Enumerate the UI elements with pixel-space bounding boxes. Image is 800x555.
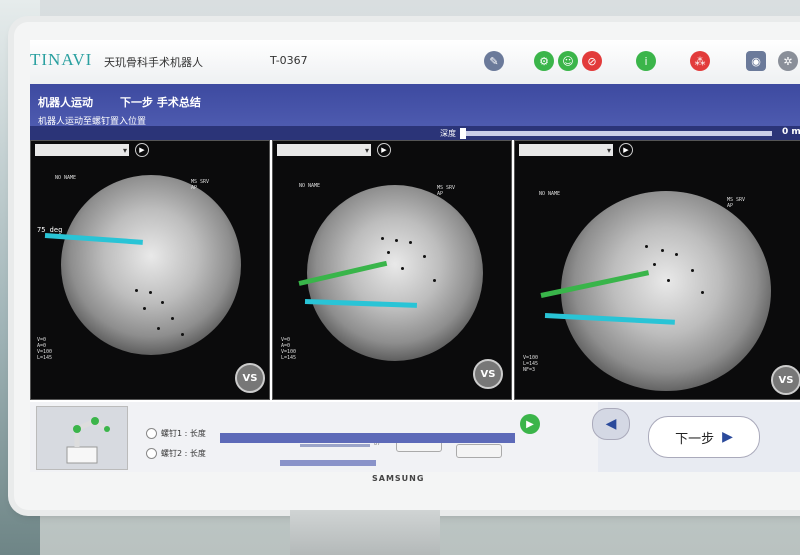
marker-dot: [157, 327, 160, 330]
arrow-right-icon: ▶: [722, 429, 733, 445]
progress-bar-left: [280, 460, 376, 466]
screw-2-label: 螺钉2 : 长度: [161, 449, 206, 458]
current-step-title: 机器人运动: [38, 96, 93, 109]
depth-slider-track[interactable]: [462, 131, 772, 136]
depth-value: 0 m: [782, 127, 800, 137]
angle-label: 75 deg: [37, 226, 63, 234]
main-progress-bar: [220, 433, 515, 443]
marker-dot: [401, 267, 404, 270]
system-name: 天玑骨科手术机器人: [104, 56, 203, 69]
app-screen: TINAVI 天玑骨科手术机器人 T-0367 ✎ ⚙ ☺ ⊘ i ⁂ ◉ ✲ …: [30, 40, 800, 472]
camera-icon[interactable]: ◉: [746, 51, 766, 71]
vs-button-1[interactable]: VS: [235, 363, 265, 393]
image-panel-2: ▶ NO NAME MS SRVAP V=0A=0V=100L=145 VS: [272, 140, 512, 400]
marker-dot: [181, 333, 184, 336]
vs-button-3[interactable]: VS: [771, 365, 800, 395]
marker-dot: [143, 307, 146, 310]
robot-arm-icon[interactable]: ⚙: [534, 51, 554, 71]
marker-dot: [135, 289, 138, 292]
overlay-text: V=0 A=0 V=100 L=145: [281, 337, 297, 361]
gear-icon[interactable]: ✲: [778, 51, 798, 71]
depth-bar: 深度 0 m: [30, 126, 800, 140]
marker-dot: [423, 255, 426, 258]
play-icon[interactable]: ▶: [377, 143, 391, 157]
vs-button-2[interactable]: VS: [473, 359, 503, 389]
monitor-brand: SAMSUNG: [372, 474, 425, 483]
app-logo: TINAVI: [30, 50, 93, 69]
robot-arm-icon: [66, 417, 110, 464]
marker-dot: [409, 241, 412, 244]
marker-dot: [691, 269, 694, 272]
depth-slider-knob[interactable]: [460, 128, 466, 139]
image-panel-3: ▶ NO NAME MS SRVAP V=100L=145NF=3 VS: [514, 140, 800, 400]
case-id: T-0367: [270, 54, 308, 67]
robot-arm-thumbnail: [36, 406, 128, 470]
prev-button[interactable]: ◀: [592, 408, 630, 440]
next-button-label: 下一步: [675, 431, 715, 447]
marker-dot: [645, 245, 648, 248]
xray-image-3: [561, 191, 771, 391]
marker-dot: [433, 279, 436, 282]
marker-dot: [667, 279, 670, 282]
wrench-icon[interactable]: ✎: [484, 51, 504, 71]
marker-dot: [661, 249, 664, 252]
person-icon[interactable]: ☺: [558, 51, 578, 71]
xray-image-1: [61, 175, 241, 355]
next-step-title: 下一步 手术总结: [120, 96, 201, 109]
control-button-2[interactable]: [456, 444, 502, 458]
overlay-text: NO NAME: [299, 183, 321, 189]
screw-1-option[interactable]: 螺钉1 : 长度: [146, 428, 206, 439]
no-entry-icon[interactable]: ⊘: [582, 51, 602, 71]
marker-dot: [653, 263, 656, 266]
monitor-stand: [290, 510, 440, 555]
play-icon[interactable]: ▶: [135, 143, 149, 157]
control-slider[interactable]: [300, 444, 370, 447]
overlay-text: MS SRV AP: [727, 197, 746, 209]
view-select-3[interactable]: [519, 144, 613, 156]
overlay-text: NO NAME: [55, 175, 77, 181]
info-icon[interactable]: i: [636, 51, 656, 71]
overlay-text: NO NAME: [539, 191, 561, 197]
screw-2-radio[interactable]: [146, 448, 157, 459]
overlay-text: V=100 L=145 NF=3: [523, 355, 539, 373]
marker-dot: [675, 253, 678, 256]
screw-1-label: 螺钉1 : 长度: [161, 429, 206, 438]
overlay-text: V=0 A=0 V=100 L=145: [37, 337, 53, 361]
marker-dot: [387, 251, 390, 254]
image-panel-1: ▶ NO NAME MS SRVAP 75 deg V=0A=0V=100L=1…: [30, 140, 270, 400]
play-icon[interactable]: ▶: [619, 143, 633, 157]
screw-2-option[interactable]: 螺钉2 : 长度: [146, 448, 206, 459]
view-select-2[interactable]: [277, 144, 371, 156]
marker-dot: [381, 237, 384, 240]
depth-label: 深度: [440, 129, 456, 138]
overlay-text: MS SRV AP: [191, 179, 210, 191]
marker-dot: [171, 317, 174, 320]
marker-dot: [701, 291, 704, 294]
go-play-button[interactable]: ▶: [520, 414, 540, 434]
marker-dot: [149, 291, 152, 294]
view-select-1[interactable]: [35, 144, 129, 156]
network-icon[interactable]: ⁂: [690, 51, 710, 71]
top-bar: TINAVI 天玑骨科手术机器人 T-0367 ✎ ⚙ ☺ ⊘ i ⁂ ◉ ✲: [30, 40, 800, 85]
marker-dot: [395, 239, 398, 242]
screw-1-radio[interactable]: [146, 428, 157, 439]
overlay-text: MS SRV AP: [437, 185, 456, 197]
marker-dot: [161, 301, 164, 304]
next-button[interactable]: 下一步 ▶: [648, 416, 760, 458]
